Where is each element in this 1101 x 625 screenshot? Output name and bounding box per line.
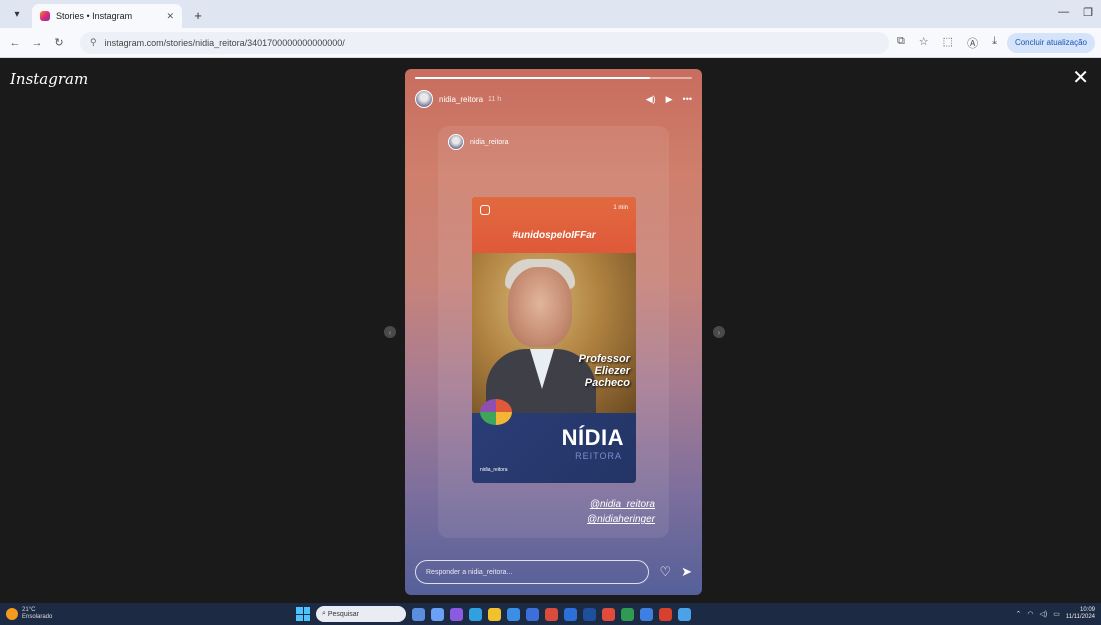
play-icon[interactable]: ▶ (666, 94, 673, 105)
pinwheel-logo-icon (480, 399, 512, 425)
windows-start-icon[interactable] (296, 607, 310, 621)
browser-tab-bar: ▾ Stories • Instagram ✕ + — ❐ (0, 0, 1101, 28)
system-tray: ⌃ ◠ ◁) ▭ 10:09 11/11/2024 (1016, 607, 1095, 621)
clock-time: 10:09 (1079, 607, 1095, 613)
previous-story-button[interactable]: ‹ (384, 326, 396, 338)
mention-tag[interactable]: @nidia_reitora (590, 499, 655, 510)
person-name-line-2: Eliezer (594, 365, 630, 377)
chevron-up-icon[interactable]: ⌃ (1016, 610, 1022, 618)
more-options-icon[interactable]: ••• (683, 94, 692, 105)
post-header-band: 1 min #unidospeloIFFar (472, 197, 636, 253)
app-icon[interactable] (678, 607, 691, 621)
taskbar-search[interactable]: ⌕ Pesquisar (316, 606, 406, 622)
wifi-icon[interactable]: ◠ (1027, 610, 1033, 618)
story-card: nidia_reitora 11 h ◀) ▶ ••• nidia_reitor… (405, 69, 702, 595)
weather-temp: 21°C (22, 607, 36, 613)
reply-row: Responder a nidia_reitora... ♡ ➤ (415, 559, 692, 585)
tab-menu-icon[interactable]: ▾ (6, 3, 28, 25)
address-bar[interactable]: ⚲ instagram.com/stories/nidia_reitora/34… (80, 31, 889, 54)
edge-icon[interactable] (469, 607, 482, 621)
sun-icon (6, 608, 18, 620)
file-explorer-icon[interactable] (488, 607, 501, 621)
new-tab-icon[interactable]: + (188, 5, 208, 25)
forward-icon[interactable]: → (28, 34, 46, 52)
taskbar: 21°C Ensolarado ⌕ Pesquisar ⌃ ◠ ◁) ▭ 10:… (0, 603, 1101, 625)
excel-icon[interactable] (621, 607, 634, 621)
story-progress-bar (415, 77, 692, 79)
chrome-icon[interactable] (602, 607, 615, 621)
heart-icon[interactable]: ♡ (659, 564, 671, 580)
brand-subtitle: REITORA (575, 451, 622, 461)
person-name: Professor Eliezer Pacheco (579, 353, 630, 389)
close-icon[interactable]: ✕ (1072, 68, 1089, 88)
story-username[interactable]: nidia_reitora (439, 95, 483, 104)
task-view-icon[interactable] (412, 607, 425, 621)
clock[interactable]: 10:09 11/11/2024 (1066, 607, 1095, 621)
person-name-line-1: Professor (578, 353, 630, 365)
portrait-photo: Professor Eliezer Pacheco (472, 253, 636, 413)
weather-widget[interactable]: 21°C Ensolarado (6, 607, 52, 621)
story-header-icons: ◀) ▶ ••• (646, 94, 692, 105)
battery-icon[interactable]: ▭ (1053, 610, 1060, 618)
translate-icon[interactable]: Ⓐ (967, 35, 978, 51)
extensions-icon[interactable]: ⬚ (943, 35, 953, 51)
send-icon[interactable]: ➤ (681, 564, 692, 580)
story-progress-fill (415, 77, 651, 79)
instagram-camera-icon (480, 205, 490, 215)
url-text: instagram.com/stories/nidia_reitora/3401… (104, 37, 345, 48)
window-controls: — ❐ (1058, 6, 1093, 19)
mail-icon[interactable] (526, 607, 539, 621)
next-story-button[interactable]: › (713, 326, 725, 338)
clock-date: 11/11/2024 (1065, 614, 1095, 620)
maximize-icon[interactable]: ❐ (1083, 6, 1093, 19)
story-time: 11 h (488, 95, 502, 103)
instagram-logo[interactable]: Instagram (10, 70, 88, 88)
site-info-icon[interactable]: ⚲ (90, 37, 97, 48)
weather-desc: Ensolarado (22, 614, 53, 620)
avatar[interactable] (415, 90, 433, 108)
toolbar-icons: ⧉ ☆ ⬚ Ⓐ ⤓ (897, 35, 997, 51)
post-brand-band: NÍDIA REITORA nidia_reitora (472, 399, 636, 483)
taskbar-apps: ⌕ Pesquisar (296, 606, 691, 622)
tab-title: Stories • Instagram (56, 11, 133, 21)
story-viewer: Instagram ✕ ‹ › nidia_reitora 11 h ◀) ▶ … (0, 58, 1101, 603)
post-hashtag: #unidospeloIFFar (512, 230, 596, 241)
post-username: nidia_reitora (480, 467, 508, 473)
profile-update-button[interactable]: Concluir atualização (1006, 32, 1095, 53)
word-icon[interactable] (564, 607, 577, 621)
browser-tab[interactable]: Stories • Instagram ✕ (32, 4, 182, 28)
app-icon[interactable] (640, 607, 653, 621)
back-icon[interactable]: ← (6, 34, 24, 52)
shared-post-image[interactable]: 1 min #unidospeloIFFar Professor Eliezer… (472, 197, 636, 483)
volume-icon[interactable]: ◁) (1040, 610, 1048, 618)
install-icon[interactable]: ⧉ (897, 35, 905, 51)
app-icon[interactable] (583, 607, 596, 621)
instagram-favicon-icon (40, 11, 50, 21)
widgets-icon[interactable] (431, 607, 444, 621)
browser-toolbar: ← → ↻ ⚲ instagram.com/stories/nidia_reit… (0, 28, 1101, 58)
reshared-story-header: nidia_reitora (448, 134, 509, 150)
app-icon[interactable] (545, 607, 558, 621)
taskbar-search-placeholder: Pesquisar (327, 610, 360, 618)
powerpoint-icon[interactable] (659, 607, 672, 621)
reply-input[interactable]: Responder a nidia_reitora... (415, 560, 650, 584)
mention-tag[interactable]: @nidiaheringer (587, 514, 655, 525)
reshared-username: nidia_reitora (470, 138, 509, 146)
close-tab-icon[interactable]: ✕ (166, 11, 174, 22)
reply-icons: ♡ ➤ (659, 564, 692, 580)
download-icon[interactable]: ⤓ (992, 35, 997, 51)
post-time: 1 min (613, 205, 628, 211)
bookmark-icon[interactable]: ☆ (919, 35, 929, 51)
person-name-line-3: Pacheco (584, 377, 630, 389)
portrait-face (508, 267, 572, 347)
reload-icon[interactable]: ↻ (50, 34, 68, 52)
mute-icon[interactable]: ◀) (646, 94, 656, 105)
brand-name: NÍDIA (561, 425, 624, 450)
avatar (448, 134, 464, 150)
minimize-icon[interactable]: — (1058, 6, 1069, 19)
story-header: nidia_reitora 11 h ◀) ▶ ••• (415, 87, 692, 111)
teams-icon[interactable] (450, 607, 463, 621)
store-icon[interactable] (507, 607, 520, 621)
